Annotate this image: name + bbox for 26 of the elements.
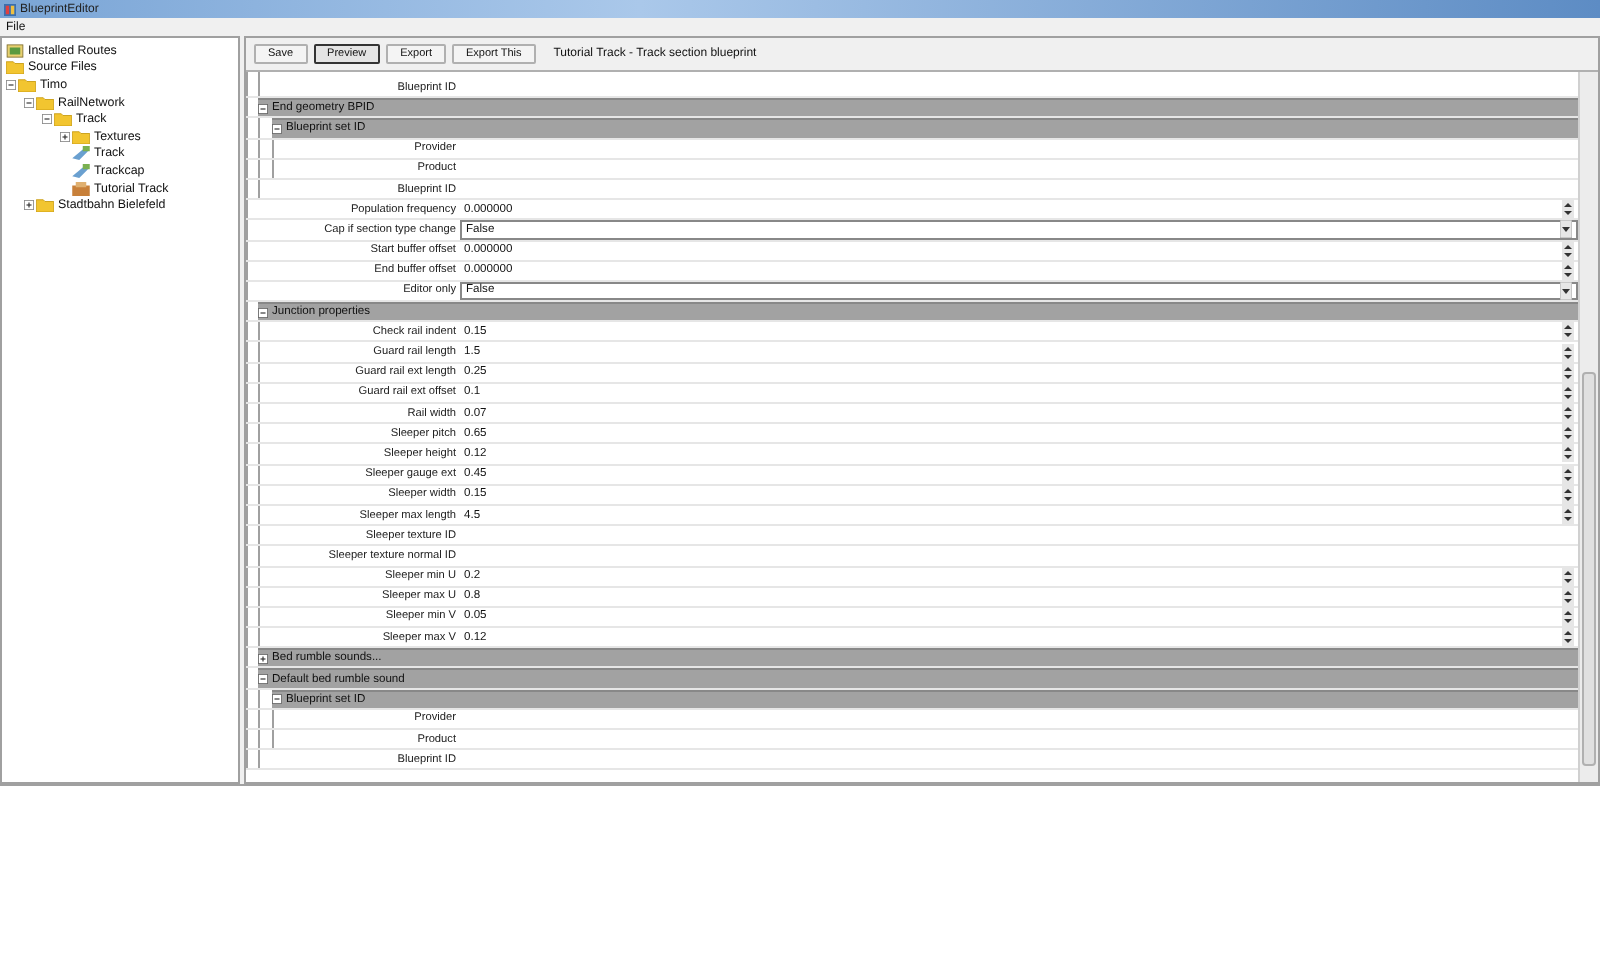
spinner-icon[interactable] [1562, 506, 1574, 525]
spinner-icon[interactable] [1562, 628, 1574, 647]
spinner-icon[interactable] [1562, 343, 1574, 362]
collapse-icon[interactable] [272, 694, 282, 705]
spinner-icon[interactable] [1562, 322, 1574, 341]
collapse-icon[interactable] [258, 103, 268, 114]
app-icon [4, 3, 16, 15]
box-icon [72, 181, 90, 196]
collapse-icon[interactable] [6, 79, 16, 90]
collapse-icon[interactable] [258, 674, 268, 685]
scroll-thumb[interactable] [1582, 372, 1596, 766]
spinner-icon[interactable] [1562, 444, 1574, 463]
collapse-icon[interactable] [258, 307, 268, 318]
spinner-icon[interactable] [1562, 200, 1574, 219]
expand-icon[interactable] [24, 200, 34, 211]
scrollbar[interactable] [1578, 72, 1598, 782]
collapse-icon[interactable] [272, 123, 282, 134]
collapse-icon[interactable] [24, 97, 34, 108]
expand-icon[interactable] [60, 131, 70, 142]
dropdown-icon[interactable] [1560, 220, 1572, 239]
spinner-icon[interactable] [1562, 424, 1574, 443]
routes-icon [6, 43, 24, 58]
folder-icon [36, 198, 54, 213]
collapse-icon[interactable] [42, 114, 52, 125]
spinner-icon[interactable] [1562, 404, 1574, 423]
expand-icon[interactable] [258, 653, 268, 664]
